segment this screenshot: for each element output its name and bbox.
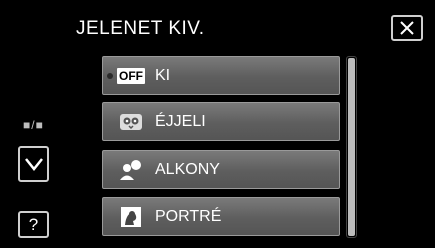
- menu-item-off[interactable]: OFF KI: [102, 56, 340, 95]
- portrait-icon: [115, 205, 147, 229]
- scrollbar-thumb[interactable]: [348, 58, 355, 236]
- help-label: ?: [28, 214, 39, 234]
- screen-title: JELENET KIV.: [76, 18, 205, 39]
- close-button[interactable]: [391, 15, 423, 41]
- night-owl-icon: [115, 112, 147, 132]
- menu-item-label: ALKONY: [155, 160, 220, 178]
- next-page-button[interactable]: [18, 146, 49, 182]
- page-indicator: ■/■: [23, 118, 44, 132]
- menu-item-label: KI: [155, 66, 171, 84]
- menu-item-label: PORTRÉ: [155, 207, 222, 225]
- menu-item-portrait[interactable]: PORTRÉ: [102, 197, 340, 236]
- off-badge: OFF: [117, 67, 145, 84]
- menu-item-night[interactable]: ÉJJELI: [102, 102, 340, 141]
- selection-dot: [107, 73, 113, 79]
- menu-item-label: ÉJJELI: [155, 112, 206, 130]
- chevron-down-icon: [24, 158, 43, 171]
- off-badge-icon: OFF: [115, 67, 147, 84]
- sunset-icon: [115, 159, 147, 181]
- close-x-icon: [400, 21, 414, 35]
- help-button[interactable]: ?: [18, 211, 49, 238]
- menu-item-sunset[interactable]: ALKONY: [102, 150, 340, 189]
